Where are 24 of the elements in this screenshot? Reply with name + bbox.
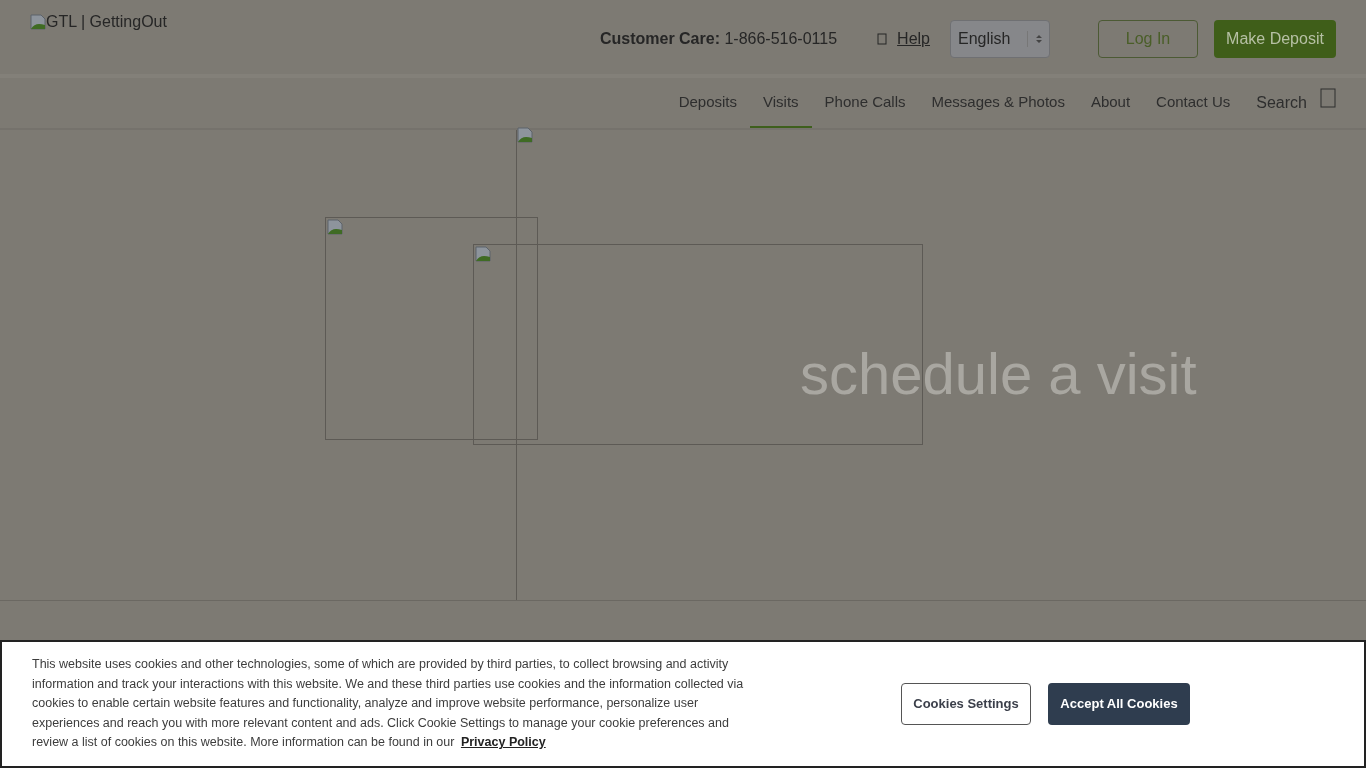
privacy-policy-link[interactable]: Privacy Policy xyxy=(460,735,546,750)
cookies-settings-button[interactable]: Cookies Settings xyxy=(901,683,1031,725)
login-button[interactable]: Log In xyxy=(1098,20,1198,58)
cookie-notice-text: This website uses cookies and other technologies, some of which are provided by third parties, to collect browsing and activity information and track your interactions with this website. We and these third parties use cookies and the information collected via cookies to enable certain website features and functionality, analyze and improve website performance, personalize user experiences and reach you with more relevant content and ads. Click Cookie Settings to manage your cookie preferences and review a list of cookies on this website. More information can be found in our Privacy Policy xyxy=(32,656,744,752)
nav-tab[interactable]: Messages & Photos xyxy=(918,78,1078,128)
broken-image-icon xyxy=(327,219,343,235)
language-select[interactable]: English xyxy=(950,20,1050,58)
nav-tab[interactable]: Phone Calls xyxy=(811,78,919,128)
updown-caret-icon xyxy=(1036,34,1042,44)
search-link[interactable]: Search xyxy=(1243,78,1320,128)
broken-image-icon xyxy=(30,14,46,30)
logo-alt-text: GTL | GettingOut xyxy=(46,12,167,32)
customer-care-text: Customer Care: 1-866-516-0115 xyxy=(599,29,838,49)
nav-tab[interactable]: Deposits xyxy=(665,78,750,128)
square-icon xyxy=(1320,88,1336,108)
accept-cookies-button[interactable]: Accept All Cookies xyxy=(1048,683,1190,725)
make-deposit-button[interactable]: Make Deposit xyxy=(1214,20,1336,58)
square-icon xyxy=(877,33,888,45)
nav-tab[interactable]: Visits xyxy=(750,78,812,128)
nav-tab[interactable]: About xyxy=(1077,78,1144,128)
broken-image-icon xyxy=(475,246,491,262)
help-link[interactable]: Help xyxy=(897,27,930,51)
nav-tab[interactable]: Contact Us xyxy=(1143,78,1244,128)
broken-image-icon xyxy=(517,127,533,143)
